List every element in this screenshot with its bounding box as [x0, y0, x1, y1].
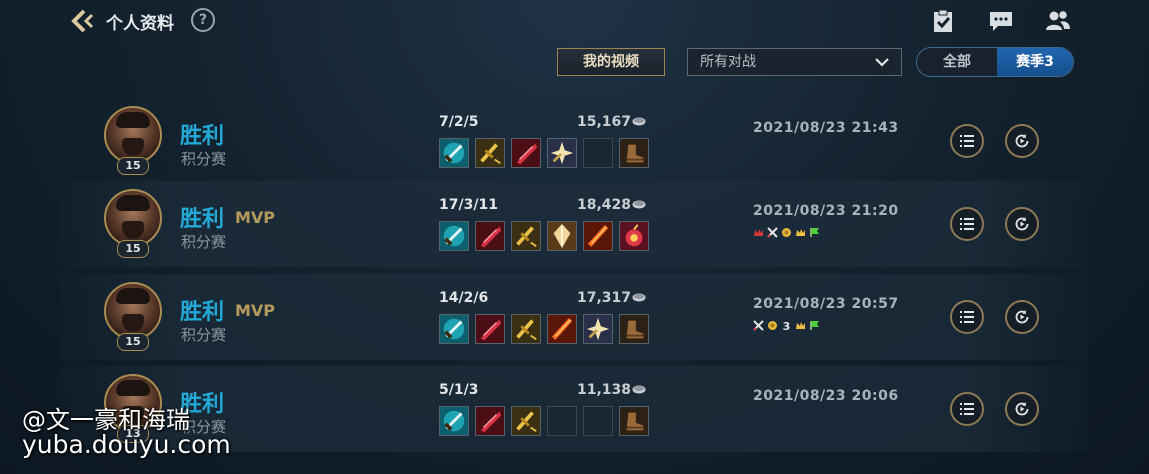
cyan-blade-item-icon — [439, 138, 469, 168]
battle-type-value: 所有对战 — [700, 54, 756, 70]
coin-icon — [632, 117, 646, 126]
red-crystal-blade-item-icon — [475, 406, 505, 436]
gold-amount: 15,167 — [577, 114, 632, 130]
gold-crown-icon — [796, 229, 805, 236]
match-time: 2021/08/23 20:06 — [753, 388, 899, 404]
replay-icon — [1015, 402, 1029, 416]
match-row[interactable]: 15 胜利 MVP 积分赛 17/3/11 18,428 2021/08/23 … — [60, 181, 1088, 267]
chevron-down-icon — [875, 58, 889, 67]
top-bar: 个人资料 ? — [0, 0, 1149, 42]
replay-button[interactable] — [1005, 124, 1039, 158]
list-icon — [960, 135, 974, 147]
red-crystal-blade-item-icon — [511, 138, 541, 168]
kda: 5/1/3 — [439, 382, 479, 398]
replay-icon — [1015, 134, 1029, 148]
gold-amount: 11,138 — [577, 382, 632, 398]
replay-button[interactable] — [1005, 207, 1039, 241]
hero-avatar — [104, 189, 162, 247]
gold-amount: 18,428 — [577, 197, 632, 213]
replay-button[interactable] — [1005, 300, 1039, 334]
coin-icon — [632, 200, 646, 209]
match-result: 胜利 — [180, 300, 225, 325]
fire-blade-item-icon — [547, 314, 577, 344]
match-mode: 积分赛 — [181, 326, 227, 344]
tab-season-3[interactable]: 赛季3 — [997, 48, 1073, 76]
page-title: 个人资料 — [106, 14, 174, 34]
fire-blade-item-icon — [583, 221, 613, 251]
mvp-badge: MVP — [235, 301, 276, 320]
kda: 17/3/11 — [439, 197, 498, 213]
match-detail-button[interactable] — [950, 392, 984, 426]
coin-icon — [632, 385, 646, 394]
crossed-swords-icon — [767, 227, 778, 238]
svg-text:3: 3 — [783, 320, 791, 331]
cyan-blade-item-icon — [439, 314, 469, 344]
star-spear-item-icon — [583, 314, 613, 344]
red-crystal-blade-item-icon — [475, 221, 505, 251]
light-axe-item-icon — [547, 221, 577, 251]
match-result: 胜利 — [180, 207, 225, 232]
hero-level-badge: 15 — [117, 333, 149, 351]
back-arrow-icon[interactable] — [70, 8, 96, 34]
gold-amount: 17,317 — [577, 290, 632, 306]
hero-level-badge: 15 — [117, 240, 149, 258]
red-crown-icon — [754, 229, 763, 236]
match-time: 2021/08/23 20:57 — [753, 296, 899, 312]
triple-icon: 3 — [783, 320, 791, 331]
friends-icon[interactable] — [1045, 8, 1071, 34]
match-mode: 积分赛 — [181, 150, 227, 168]
coin-icon — [632, 293, 646, 302]
list-icon — [960, 218, 974, 230]
empty-item-slot — [547, 406, 577, 436]
boots-item-icon — [619, 138, 649, 168]
chat-icon[interactable] — [988, 8, 1014, 34]
cyan-blade-item-icon — [439, 221, 469, 251]
gold-coin-icon — [768, 321, 777, 330]
replay-icon — [1015, 310, 1029, 324]
match-detail-button[interactable] — [950, 300, 984, 334]
gold-sword-item-icon — [475, 138, 505, 168]
mvp-badge: MVP — [235, 208, 276, 227]
list-icon — [960, 403, 974, 415]
match-detail-button[interactable] — [950, 207, 984, 241]
hero-avatar — [104, 106, 162, 164]
replay-icon — [1015, 217, 1029, 231]
crossed-swords-icon — [753, 320, 764, 331]
cyan-blade-item-icon — [439, 406, 469, 436]
gold-coin-icon — [782, 228, 791, 237]
hero-avatar — [104, 282, 162, 340]
green-flag-icon — [810, 321, 819, 330]
watermark-site: yuba.douyu.com — [22, 430, 231, 459]
replay-button[interactable] — [1005, 392, 1039, 426]
gold-sword-item-icon — [511, 406, 541, 436]
match-time: 2021/08/23 21:43 — [753, 120, 899, 136]
season-tabs: 全部 赛季3 — [916, 47, 1074, 77]
empty-item-slot — [583, 138, 613, 168]
match-time: 2021/08/23 21:20 — [753, 203, 899, 219]
boots-item-icon — [619, 406, 649, 436]
match-row[interactable]: 15 胜利 积分赛 7/2/5 15,167 2021/08/23 21:43 — [60, 98, 1088, 184]
match-row[interactable]: 15 胜利 MVP 积分赛 14/2/6 17,317 2021/08/23 2… — [60, 274, 1088, 360]
match-result: 胜利 — [180, 124, 225, 149]
battle-type-select[interactable]: 所有对战 — [687, 48, 902, 76]
my-video-button[interactable]: 我的视频 — [557, 48, 665, 76]
boots-item-icon — [619, 314, 649, 344]
bomb-item-icon — [619, 221, 649, 251]
match-mode: 积分赛 — [181, 233, 227, 251]
gold-sword-item-icon — [511, 221, 541, 251]
list-icon — [960, 311, 974, 323]
kda: 7/2/5 — [439, 114, 479, 130]
hero-level-badge: 15 — [117, 157, 149, 175]
star-spear-item-icon — [547, 138, 577, 168]
gold-sword-item-icon — [511, 314, 541, 344]
tab-all[interactable]: 全部 — [917, 48, 997, 76]
empty-item-slot — [583, 406, 613, 436]
red-crystal-blade-item-icon — [475, 314, 505, 344]
kda: 14/2/6 — [439, 290, 489, 306]
gold-crown-icon — [796, 322, 805, 329]
help-icon[interactable]: ? — [191, 8, 215, 32]
match-detail-button[interactable] — [950, 124, 984, 158]
clipboard-check-icon[interactable] — [930, 8, 956, 34]
green-flag-icon — [810, 228, 819, 237]
